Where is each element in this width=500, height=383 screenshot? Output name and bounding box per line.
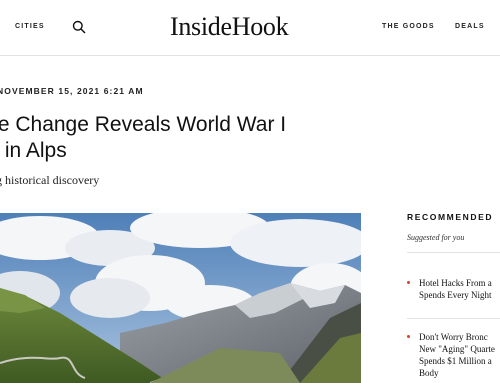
recommended-item-title[interactable]: Don't Worry Bronc New "Aging" Quarte Spe… <box>419 331 500 379</box>
headline-line-2: r in Alps <box>0 139 67 162</box>
recommended-subtitle: Suggested for you <box>407 233 465 242</box>
article-subhead: g historical discovery <box>0 173 100 187</box>
nav-deals[interactable]: DEALS <box>455 23 485 30</box>
site-logo[interactable]: InsideHook <box>170 12 289 42</box>
recommended-divider <box>407 318 500 319</box>
article-headline: te Change Reveals World War I r in Alps <box>0 112 322 164</box>
nav-the-goods[interactable]: THE GOODS <box>382 23 435 30</box>
recommended-heading: RECOMMENDED <box>407 212 494 222</box>
headline-line-1: te Change Reveals World War I <box>0 113 287 136</box>
recommended-item[interactable]: Don't Worry Bronc New "Aging" Quarte Spe… <box>407 331 500 383</box>
recommended-divider <box>407 252 500 253</box>
bullet-dot-icon <box>407 335 410 338</box>
hero-image <box>0 213 361 383</box>
site-header: CITIES InsideHook THE GOODS DEALS <box>0 0 500 56</box>
nav-cities[interactable]: CITIES <box>15 23 45 30</box>
search-icon[interactable] <box>72 20 86 34</box>
article-dateline: NOVEMBER 15, 2021 6:21 AM <box>0 86 144 96</box>
bullet-dot-icon <box>407 281 410 284</box>
recommended-item-title[interactable]: Hotel Hacks From a Spends Every Night <box>419 277 500 301</box>
recommended-item[interactable]: Hotel Hacks From a Spends Every Night <box>407 277 500 307</box>
mountain-landscape-image <box>0 213 361 383</box>
